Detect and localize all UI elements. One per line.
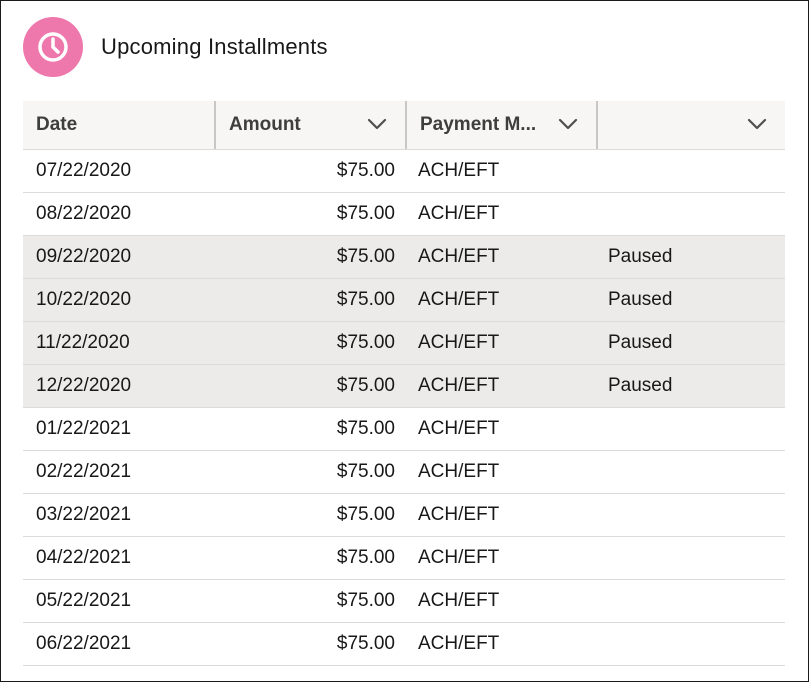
table-row[interactable]: 05/22/2021 $75.00 ACH/EFT <box>23 580 785 623</box>
cell-amount: $75.00 <box>336 160 395 181</box>
table-row[interactable]: 04/22/2021 $75.00 ACH/EFT <box>23 537 785 580</box>
column-header-amount[interactable]: Amount <box>214 101 405 149</box>
cell-amount: $75.00 <box>336 461 395 482</box>
clock-icon <box>23 17 83 77</box>
cell-payment-method: ACH/EFT <box>418 547 500 568</box>
cell-amount: $75.00 <box>336 203 395 224</box>
cell-amount: $75.00 <box>336 590 395 611</box>
cell-payment-method: ACH/EFT <box>418 160 500 181</box>
cell-date: 01/22/2021 <box>36 418 132 439</box>
cell-amount: $75.00 <box>336 547 395 568</box>
chevron-down-icon[interactable] <box>367 117 387 131</box>
cell-payment-method: ACH/EFT <box>418 461 500 482</box>
cell-date: 11/22/2020 <box>36 332 130 353</box>
column-header-label: Date <box>36 114 78 135</box>
cell-payment-method: ACH/EFT <box>418 418 500 439</box>
card-title: Upcoming Installments <box>101 34 328 59</box>
cell-date: 02/22/2021 <box>36 461 132 482</box>
table-row[interactable]: 09/22/2020 $75.00 ACH/EFT Paused <box>23 236 785 279</box>
cell-payment-method: ACH/EFT <box>418 289 500 310</box>
cell-date: 04/22/2021 <box>36 547 132 568</box>
table-row[interactable]: 02/22/2021 $75.00 ACH/EFT <box>23 451 785 494</box>
cell-date: 08/22/2020 <box>36 203 132 224</box>
cell-amount: $75.00 <box>336 246 395 267</box>
cell-date: 12/22/2020 <box>36 375 132 396</box>
table-row[interactable]: 08/22/2020 $75.00 ACH/EFT <box>23 193 785 236</box>
column-header-label: Amount <box>229 114 301 135</box>
table-row[interactable]: 01/22/2021 $75.00 ACH/EFT <box>23 408 785 451</box>
table-header: Date Amount Payment M... <box>23 101 785 150</box>
table-row[interactable]: 11/22/2020 $75.00 ACH/EFT Paused <box>23 322 785 365</box>
table-row[interactable]: 03/22/2021 $75.00 ACH/EFT <box>23 494 785 537</box>
cell-status: Paused <box>608 289 673 310</box>
cell-date: 07/22/2020 <box>36 160 132 181</box>
card-header: Upcoming Installments <box>23 17 328 77</box>
cell-amount: $75.00 <box>336 332 395 353</box>
installments-card: Upcoming Installments Date Amount Paymen… <box>0 0 809 682</box>
cell-payment-method: ACH/EFT <box>418 504 500 525</box>
cell-amount: $75.00 <box>336 504 395 525</box>
cell-payment-method: ACH/EFT <box>418 203 500 224</box>
cell-date: 03/22/2021 <box>36 504 132 525</box>
installments-table: Date Amount Payment M... 07/22/2020 $75.0… <box>23 101 785 666</box>
cell-amount: $75.00 <box>336 289 395 310</box>
chevron-down-icon[interactable] <box>558 117 578 131</box>
column-header-status[interactable] <box>596 101 785 149</box>
cell-status: Paused <box>608 375 673 396</box>
cell-amount: $75.00 <box>336 375 395 396</box>
chevron-down-icon[interactable] <box>747 117 767 131</box>
cell-status: Paused <box>608 246 673 267</box>
column-header-date[interactable]: Date <box>23 101 214 149</box>
cell-payment-method: ACH/EFT <box>418 332 500 353</box>
table-body: 07/22/2020 $75.00 ACH/EFT 08/22/2020 $75.00 A… <box>23 150 785 666</box>
cell-payment-method: ACH/EFT <box>418 375 500 396</box>
cell-payment-method: ACH/EFT <box>418 590 500 611</box>
cell-amount: $75.00 <box>336 418 395 439</box>
cell-date: 05/22/2021 <box>36 590 132 611</box>
table-row[interactable]: 12/22/2020 $75.00 ACH/EFT Paused <box>23 365 785 408</box>
cell-payment-method: ACH/EFT <box>418 246 500 267</box>
table-row[interactable]: 10/22/2020 $75.00 ACH/EFT Paused <box>23 279 785 322</box>
cell-date: 09/22/2020 <box>36 246 132 267</box>
cell-payment-method: ACH/EFT <box>418 633 500 654</box>
column-header-payment-method[interactable]: Payment M... <box>405 101 596 149</box>
table-row[interactable]: 06/22/2021 $75.00 ACH/EFT <box>23 623 785 666</box>
cell-date: 10/22/2020 <box>36 289 132 310</box>
cell-date: 06/22/2021 <box>36 633 132 654</box>
table-row[interactable]: 07/22/2020 $75.00 ACH/EFT <box>23 150 785 193</box>
column-header-label: Payment M... <box>420 114 537 135</box>
cell-amount: $75.00 <box>336 633 395 654</box>
cell-status: Paused <box>608 332 673 353</box>
